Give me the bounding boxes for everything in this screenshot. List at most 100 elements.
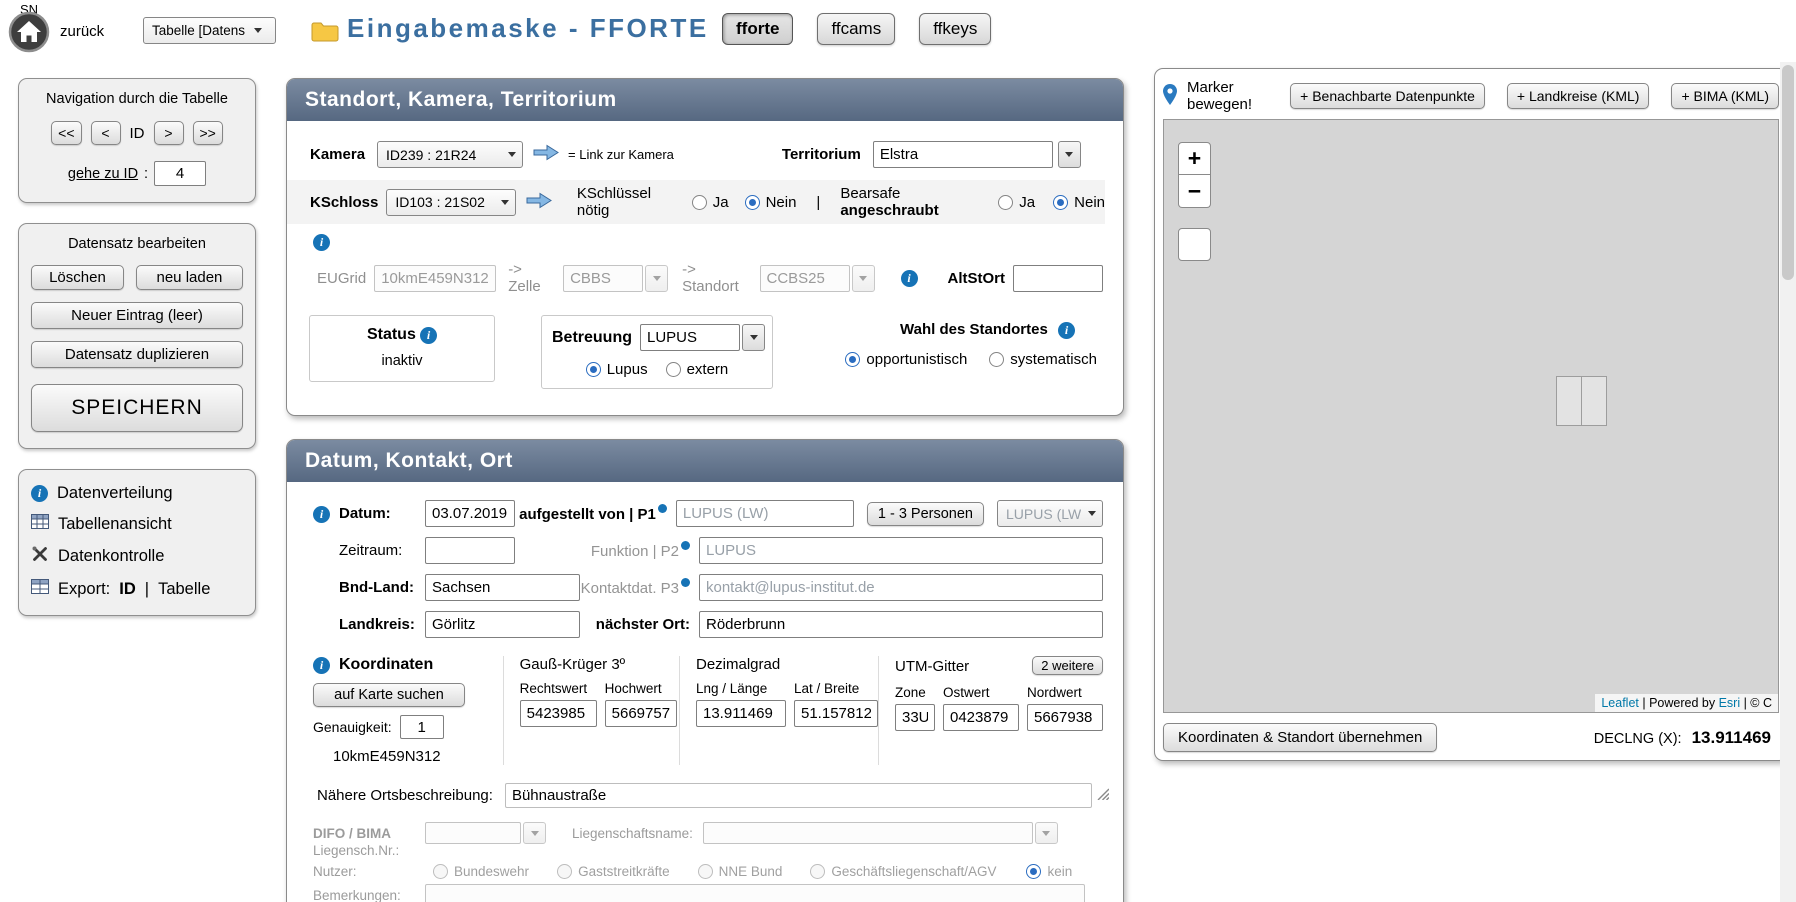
rechtswert-input[interactable]	[520, 700, 597, 727]
wahl-radio-opportunistisch[interactable]: opportunistisch	[845, 351, 967, 368]
ort-label: nächster Ort:	[596, 616, 690, 633]
bearsafe-radio-nein[interactable]: Nein	[1053, 194, 1105, 211]
layers-button[interactable]	[1178, 228, 1211, 261]
info-icon[interactable]: i	[313, 234, 330, 251]
kschluessel-radio-nein[interactable]: Nein	[745, 194, 797, 211]
back-link[interactable]: zurück	[60, 23, 104, 40]
table-select[interactable]: Tabelle [Datens	[143, 17, 276, 44]
ostwert-input[interactable]	[943, 704, 1019, 731]
nutzer-row: Nutzer: Bundeswehr Gaststreitkräfte NNE …	[313, 860, 1103, 882]
chevron-down-icon	[508, 152, 516, 157]
info-icon[interactable]: i	[901, 270, 918, 287]
p1-input[interactable]	[676, 500, 854, 527]
duplicate-button[interactable]: Datensatz duplizieren	[31, 341, 243, 368]
betreuung-input[interactable]	[640, 324, 740, 351]
hochwert-input[interactable]	[605, 700, 677, 727]
map-canvas[interactable]: + − Leaflet | Powered by Esri | © C	[1163, 119, 1779, 713]
bndland-input[interactable]	[425, 574, 580, 601]
chevron-down-icon	[859, 276, 867, 281]
export-table-link[interactable]: Tabelle	[158, 580, 210, 599]
arrow-right-icon[interactable]	[533, 144, 560, 165]
landkreis-row: Landkreis: nächster Ort:	[313, 609, 1103, 640]
leaflet-link[interactable]: Leaflet	[1601, 696, 1639, 710]
betreuung-radio-lupus[interactable]: Lupus	[586, 361, 648, 378]
altstort-input[interactable]	[1013, 265, 1103, 292]
lng-input[interactable]	[696, 700, 786, 727]
nutzer-radio-kein[interactable]: kein	[1026, 864, 1072, 879]
zeitraum-input[interactable]	[425, 537, 515, 564]
datum-panel-header: Datum, Kontakt, Ort	[287, 440, 1123, 482]
karte-suchen-button[interactable]: auf Karte suchen	[313, 683, 465, 707]
info-icon[interactable]: i	[1058, 322, 1075, 339]
info-icon[interactable]: i	[420, 327, 437, 344]
benachbarte-button[interactable]: + Benachbarte Datenpunkte	[1290, 83, 1485, 109]
nordwert-input[interactable]	[1027, 704, 1103, 731]
save-button[interactable]: SPEICHERN	[31, 384, 243, 432]
radio-label: Ja	[713, 194, 729, 211]
bima-kml-button[interactable]: + BIMA (KML)	[1671, 83, 1779, 109]
territorium-input[interactable]	[873, 141, 1053, 168]
landkreis-label: Landkreis:	[339, 616, 425, 633]
personen-button[interactable]: 1 - 3 Personen	[867, 502, 984, 526]
tab-ffkeys[interactable]: ffkeys	[919, 13, 991, 45]
p1-select[interactable]: LUPUS (LW	[997, 500, 1103, 527]
new-entry-button[interactable]: Neuer Eintrag (leer)	[31, 302, 243, 329]
genauigkeit-input[interactable]	[400, 715, 444, 739]
kamera-select[interactable]: ID239 : 21R24	[377, 141, 523, 168]
nutzer-radio-agv[interactable]: Geschäftsliegenschaft/AGV	[810, 864, 996, 879]
p3-label-text: Kontaktdat. P3	[581, 580, 679, 597]
zone-input[interactable]	[895, 704, 935, 731]
lat-input[interactable]	[794, 700, 878, 727]
delete-button[interactable]: Löschen	[31, 265, 124, 290]
kschloss-select[interactable]: ID103 : 21S02	[386, 189, 516, 216]
landkreise-kml-button[interactable]: + Landkreise (KML)	[1507, 83, 1650, 109]
goto-id-input[interactable]	[154, 161, 206, 186]
datenkontrolle-link[interactable]: Datenkontrolle	[31, 545, 243, 568]
zoom-out-button[interactable]: −	[1178, 175, 1211, 208]
datum-input[interactable]	[425, 500, 515, 527]
territorium-dropdown-button[interactable]	[1058, 141, 1081, 168]
p2-input[interactable]	[699, 537, 1103, 564]
zoom-in-button[interactable]: +	[1178, 142, 1211, 175]
reload-button[interactable]: neu laden	[136, 265, 243, 290]
eugrid-label: EUGrid	[317, 270, 366, 287]
nutzer-radio-nne-bund[interactable]: NNE Bund	[698, 864, 783, 879]
resize-grip-icon[interactable]	[1096, 787, 1109, 804]
betreuung-radio-extern[interactable]: extern	[666, 361, 729, 378]
nutzer-radio-gaststreitkraefte[interactable]: Gaststreitkräfte	[557, 864, 670, 879]
landkreis-input[interactable]	[425, 611, 580, 638]
ort-input[interactable]	[699, 611, 1103, 638]
home-button[interactable]	[8, 11, 50, 53]
datenverteilung-link[interactable]: i Datenverteilung	[31, 484, 243, 503]
dezimal-title: Dezimalgrad	[696, 656, 878, 673]
weitere-button[interactable]: 2 weitere	[1032, 656, 1103, 675]
tab-ffcams[interactable]: ffcams	[817, 13, 895, 45]
ortsbeschreibung-input[interactable]	[505, 783, 1092, 808]
info-icon[interactable]: i	[313, 506, 330, 523]
wahl-radio-systematisch[interactable]: systematisch	[989, 351, 1097, 368]
prev-record-button[interactable]: <	[91, 121, 121, 145]
ostwert-label: Ostwert	[943, 685, 1019, 700]
p3-input[interactable]	[699, 574, 1103, 601]
tabellenansicht-link[interactable]: Tabellenansicht	[31, 514, 243, 534]
kamera-link-label[interactable]: = Link zur Kamera	[568, 147, 674, 162]
apply-coordinates-button[interactable]: Koordinaten & Standort übernehmen	[1163, 723, 1437, 752]
datum-row: i Datum: aufgestellt von | P1 1 - 3 Pers…	[313, 498, 1103, 529]
next-record-button[interactable]: >	[154, 121, 184, 145]
last-record-button[interactable]: >>	[193, 121, 223, 145]
status-title-row: Status i	[310, 326, 494, 344]
kschluessel-radio-ja[interactable]: Ja	[692, 194, 729, 211]
info-icon[interactable]: i	[313, 657, 330, 674]
scrollbar-thumb[interactable]	[1782, 65, 1794, 280]
first-record-button[interactable]: <<	[51, 121, 81, 145]
bearsafe-radio-ja[interactable]: Ja	[998, 194, 1035, 211]
main-content: Standort, Kamera, Territorium Kamera ID2…	[286, 78, 1124, 902]
nutzer-radio-bundeswehr[interactable]: Bundeswehr	[433, 864, 529, 879]
ortsbeschreibung-label: Nähere Ortsbeschreibung:	[317, 787, 493, 804]
betreuung-dropdown-button[interactable]	[742, 324, 765, 351]
vertical-scrollbar[interactable]	[1780, 62, 1796, 902]
tab-fforte[interactable]: fforte	[722, 13, 793, 45]
esri-link[interactable]: Esri	[1719, 696, 1741, 710]
export-id-link[interactable]: ID	[119, 580, 136, 599]
goto-id-link[interactable]: gehe zu ID	[68, 166, 138, 182]
